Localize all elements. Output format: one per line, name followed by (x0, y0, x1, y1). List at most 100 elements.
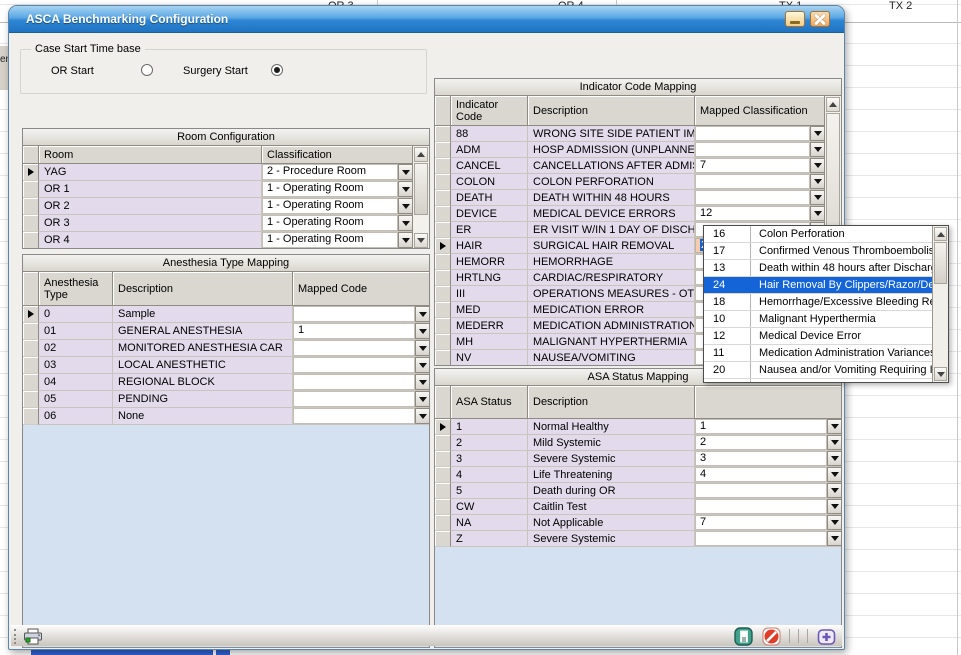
column-header-description[interactable]: Description (528, 386, 695, 419)
cell-description[interactable]: Severe Systemic (528, 451, 695, 467)
row-selector[interactable] (435, 286, 451, 302)
surgery-start-radio[interactable] (271, 64, 283, 76)
row-selector[interactable] (23, 198, 39, 215)
cell-status[interactable]: 3 (451, 451, 528, 467)
cell-code[interactable]: DEATH (451, 190, 528, 206)
dropdown-arrow-icon[interactable] (827, 419, 842, 434)
cell-description[interactable]: Mild Systemic (528, 435, 695, 451)
mapped-combo[interactable] (695, 499, 842, 515)
mapped-code-combo[interactable] (293, 340, 430, 357)
column-header-description[interactable]: Description (113, 272, 293, 306)
row-selector[interactable] (435, 270, 451, 286)
table-row[interactable]: 5 Death during OR (435, 483, 841, 499)
row-selector[interactable] (435, 451, 451, 467)
mapped-combo[interactable] (695, 483, 842, 499)
dropdown-item[interactable]: 10Malignant Hyperthermia (704, 311, 932, 328)
combo-value[interactable] (293, 391, 415, 407)
row-selector[interactable] (23, 357, 39, 374)
scroll-thumb[interactable] (934, 242, 947, 284)
table-row[interactable]: 1 Normal Healthy 1 (435, 419, 841, 435)
dropdown-item[interactable]: 12Medical Device Error (704, 328, 932, 345)
mapped-classification-combo[interactable] (695, 126, 826, 142)
row-selector[interactable] (435, 467, 451, 483)
mapped-classification-combo[interactable] (695, 190, 826, 206)
row-selector[interactable] (435, 515, 451, 531)
row-selector[interactable] (435, 174, 451, 190)
row-selector[interactable] (23, 340, 39, 357)
cell-description[interactable]: REGIONAL BLOCK (113, 374, 293, 391)
cell-description[interactable]: MEDICAL DEVICE ERRORS (528, 206, 695, 222)
dropdown-scrollbar[interactable] (932, 226, 948, 382)
cell-description[interactable]: None (113, 408, 293, 425)
classification-combo[interactable]: 1 - Operating Room (262, 232, 414, 249)
dropdown-arrow-icon[interactable] (827, 531, 842, 546)
minimize-button[interactable] (785, 11, 805, 27)
cell-description[interactable]: COLON PERFORATION (528, 174, 695, 190)
row-selector[interactable] (435, 334, 451, 350)
cell-code[interactable]: ER (451, 222, 528, 238)
scroll-down-icon[interactable] (934, 367, 947, 381)
mapped-code-combo[interactable] (293, 374, 430, 391)
cell-code[interactable]: 88 (451, 126, 528, 142)
dropdown-arrow-icon[interactable] (415, 374, 430, 390)
cell-description[interactable]: MONITORED ANESTHESIA CAR (113, 340, 293, 357)
row-selector[interactable] (23, 306, 39, 323)
room-scrollbar[interactable] (412, 146, 429, 249)
cell-description[interactable]: MALIGNANT HYPERTHERMIA (528, 334, 695, 350)
table-row[interactable]: OR 4 1 - Operating Room (23, 232, 412, 249)
row-selector[interactable] (23, 164, 39, 181)
table-row[interactable]: ADM HOSP ADMISSION (UNPLANNED (435, 142, 824, 158)
cell-description[interactable]: HOSP ADMISSION (UNPLANNED (528, 142, 695, 158)
cell-code[interactable]: DEVICE (451, 206, 528, 222)
dropdown-item[interactable]: 18Hemorrhage/Excessive Bleeding Req. Ret… (704, 294, 932, 311)
cell-description[interactable]: NAUSEA/VOMITING (528, 350, 695, 366)
or-start-radio[interactable] (141, 64, 153, 76)
scroll-thumb[interactable] (414, 163, 428, 215)
combo-value[interactable] (293, 408, 415, 424)
exit-button[interactable] (814, 627, 838, 646)
scroll-up-icon[interactable] (826, 97, 840, 112)
mapped-combo[interactable]: 2 (695, 435, 842, 451)
dropdown-arrow-icon[interactable] (827, 467, 842, 482)
row-selector[interactable] (23, 181, 39, 198)
cell-type[interactable]: 02 (39, 340, 113, 357)
table-row[interactable]: 04 REGIONAL BLOCK (23, 374, 429, 391)
table-row[interactable]: 03 LOCAL ANESTHETIC (23, 357, 429, 374)
cell-description[interactable]: Caitlin Test (528, 499, 695, 515)
row-selector[interactable] (23, 374, 39, 391)
mapped-combo[interactable]: 4 (695, 467, 842, 483)
combo-value[interactable] (695, 190, 810, 205)
dropdown-arrow-icon[interactable] (827, 515, 842, 530)
combo-value[interactable]: 3 (695, 451, 827, 466)
table-row[interactable]: 4 Life Threatening 4 (435, 467, 841, 483)
column-header-room[interactable]: Room (39, 146, 262, 164)
cell-status[interactable]: 2 (451, 435, 528, 451)
cell-room[interactable]: OR 2 (39, 198, 262, 215)
table-row[interactable]: COLON COLON PERFORATION (435, 174, 824, 190)
dropdown-arrow-icon[interactable] (415, 357, 430, 373)
row-selector[interactable] (435, 206, 451, 222)
table-row[interactable]: 01 GENERAL ANESTHESIA 1 (23, 323, 429, 340)
cell-code[interactable]: MH (451, 334, 528, 350)
mapped-classification-combo[interactable]: 12 (695, 206, 826, 222)
column-header-anesthesia-type[interactable]: Anesthesia Type (39, 272, 113, 306)
combo-value[interactable]: 12 (695, 206, 810, 221)
cell-description[interactable]: CANCELLATIONS AFTER ADMIS (528, 158, 695, 174)
cell-room[interactable]: OR 3 (39, 215, 262, 232)
table-row[interactable]: OR 3 1 - Operating Room (23, 215, 412, 232)
combo-value[interactable] (695, 483, 827, 498)
table-row[interactable]: 06 None (23, 408, 429, 425)
cell-room[interactable]: OR 4 (39, 232, 262, 249)
dropdown-arrow-icon[interactable] (827, 435, 842, 450)
cell-description[interactable]: SURGICAL HAIR REMOVAL (528, 238, 695, 254)
combo-value[interactable]: 7 (695, 515, 827, 530)
mapped-combo[interactable]: 7 (695, 515, 842, 531)
cell-description[interactable]: Death during OR (528, 483, 695, 499)
row-selector[interactable] (435, 142, 451, 158)
cell-status[interactable]: 1 (451, 419, 528, 435)
table-row[interactable]: DEATH DEATH WITHIN 48 HOURS (435, 190, 824, 206)
table-row[interactable]: 88 WRONG SITE SIDE PATIENT IM (435, 126, 824, 142)
cell-description[interactable]: MEDICATION ERROR (528, 302, 695, 318)
cancel-button[interactable] (759, 627, 783, 646)
dropdown-arrow-icon[interactable] (415, 306, 430, 322)
